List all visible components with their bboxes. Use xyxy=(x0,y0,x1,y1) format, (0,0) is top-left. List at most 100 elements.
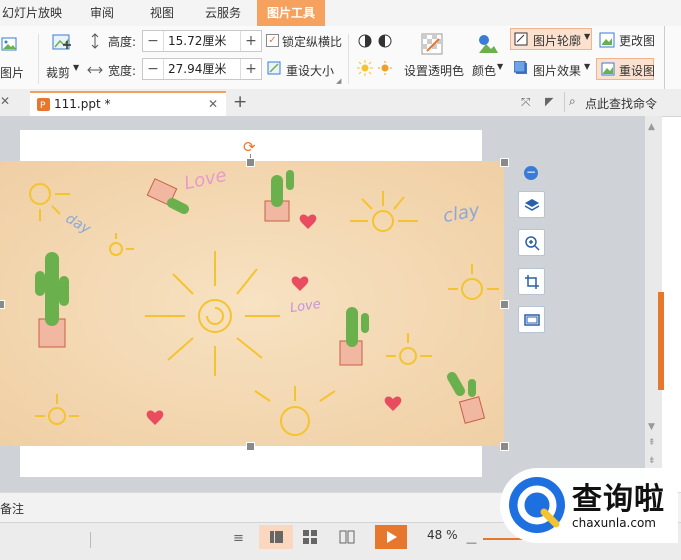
watermark-logo-icon xyxy=(509,477,565,533)
color-icon[interactable] xyxy=(476,32,500,56)
height-label: 高度: xyxy=(108,35,137,49)
new-tab-icon[interactable]: + xyxy=(233,92,247,112)
resize-handle-bottom[interactable] xyxy=(246,442,255,451)
contrast-down-icon[interactable] xyxy=(376,32,394,50)
selected-picture[interactable]: Love day Love clay xyxy=(0,161,504,446)
tab-view[interactable]: 视图 xyxy=(150,0,174,26)
play-icon xyxy=(387,531,397,543)
width-increase-button[interactable]: + xyxy=(241,59,261,79)
reset-picture-icon xyxy=(600,61,616,77)
width-value[interactable]: 27.94厘米 xyxy=(163,59,241,79)
crop-dropdown-icon[interactable]: ▼ xyxy=(73,63,79,72)
zoom-slider[interactable] xyxy=(483,538,523,540)
slide-sorter-icon xyxy=(303,530,317,544)
zoom-in-icon xyxy=(524,235,540,251)
crop-float-button[interactable] xyxy=(518,268,545,295)
prev-slide-icon[interactable]: ⇞ xyxy=(648,438,656,448)
undo-tab-icon[interactable]: ⤧ xyxy=(521,95,531,110)
insert-picture-label[interactable]: 图片 xyxy=(0,64,24,81)
reset-size-icon[interactable] xyxy=(266,60,282,76)
change-picture-icon[interactable] xyxy=(598,31,616,49)
brightness-up-icon[interactable] xyxy=(356,59,374,77)
document-name: 111.ppt * xyxy=(54,97,111,111)
scroll-up-icon[interactable]: ▲ xyxy=(648,122,655,132)
layers-icon xyxy=(524,198,539,211)
height-value[interactable]: 15.72厘米 xyxy=(163,31,241,51)
height-increase-button[interactable]: + xyxy=(241,31,261,51)
notes-toggle-icon[interactable]: ≡ xyxy=(233,531,244,546)
document-tab[interactable]: P 111.ppt * ✕ xyxy=(30,91,226,116)
crop-icon[interactable] xyxy=(50,32,74,54)
zoom-level[interactable]: 48 % xyxy=(427,528,458,542)
crop-float-icon xyxy=(524,274,539,289)
lock-ratio-label[interactable]: 锁定纵横比 xyxy=(282,33,342,50)
picture-artwork xyxy=(0,161,504,446)
sorter-view-button[interactable] xyxy=(301,528,319,549)
zoom-picture-button[interactable] xyxy=(518,229,545,256)
crop-label[interactable]: 裁剪 xyxy=(46,64,70,81)
change-picture-label[interactable]: 更改图 xyxy=(619,32,655,49)
watermark-badge: 查询啦 chaxunla.com xyxy=(500,468,678,543)
picture-effect-label[interactable]: 图片效果 xyxy=(533,62,581,79)
resize-handle-top[interactable] xyxy=(246,158,255,167)
watermark-brand: 查询啦 xyxy=(572,482,665,517)
watermark-url: chaxunla.com xyxy=(572,516,656,530)
picture-effect-icon[interactable] xyxy=(513,60,529,76)
tab-slideshow[interactable]: 幻灯片放映 xyxy=(2,0,62,26)
tab-switch-icon[interactable]: ◤ xyxy=(545,95,553,108)
width-label: 宽度: xyxy=(108,64,137,78)
insert-picture-icon[interactable] xyxy=(0,34,18,54)
picture-outline-icon xyxy=(513,31,529,47)
frame-icon xyxy=(523,313,540,326)
resize-handle-left[interactable] xyxy=(0,300,5,309)
search-command-field[interactable]: 点此查找命令 xyxy=(585,95,657,112)
brightness-down-icon[interactable] xyxy=(376,59,394,77)
reset-size-label[interactable]: 重设大小 xyxy=(286,62,334,79)
set-transparent-icon[interactable] xyxy=(420,32,444,56)
next-slide-icon[interactable]: ⇟ xyxy=(648,456,656,466)
vertical-scrollbar[interactable]: ▲ ▼ ⇞ ⇟ xyxy=(645,116,664,492)
width-decrease-button[interactable]: − xyxy=(143,59,163,79)
close-document-icon[interactable]: ✕ xyxy=(208,97,218,111)
play-slideshow-button[interactable] xyxy=(375,525,407,549)
svg-text:P: P xyxy=(40,101,46,111)
scroll-down-icon[interactable]: ▼ xyxy=(648,422,655,432)
toolbar-divider xyxy=(564,92,565,112)
effect-dropdown-icon[interactable]: ▼ xyxy=(584,62,590,71)
zoom-out-icon[interactable]: — xyxy=(466,536,477,549)
tab-review[interactable]: 审阅 xyxy=(90,0,114,26)
height-field[interactable]: − 15.72厘米 + xyxy=(142,30,262,52)
set-transparent-label[interactable]: 设置透明色 xyxy=(404,62,464,79)
reading-view-button[interactable] xyxy=(338,528,356,549)
normal-view-button[interactable] xyxy=(259,525,293,549)
dialog-launcher-icon[interactable]: ◢ xyxy=(336,77,341,85)
ribbon-separator xyxy=(38,34,39,84)
ribbon-separator xyxy=(348,34,349,84)
reset-picture-label: 重设图 xyxy=(619,64,656,78)
tab-cloud[interactable]: 云服务 xyxy=(205,0,241,26)
resize-handle-bottom-right[interactable] xyxy=(500,442,509,451)
resize-handle-right[interactable] xyxy=(500,300,509,309)
width-icon xyxy=(86,62,104,78)
height-icon xyxy=(88,33,102,49)
ribbon-overflow xyxy=(656,26,681,89)
color-dropdown-icon[interactable]: ▼ xyxy=(497,62,503,71)
ribbon-right-border xyxy=(664,26,665,89)
ribbon: 图片 裁剪 ▼ 高度: − 15.72厘米 + 宽度: − 27.94厘米 + … xyxy=(0,26,681,90)
collapse-float-icon[interactable]: − xyxy=(524,166,538,180)
frame-button[interactable] xyxy=(518,306,545,333)
color-label[interactable]: 颜色 xyxy=(472,62,496,79)
tab-close-icon[interactable]: ✕ xyxy=(0,94,10,108)
outline-dropdown-icon[interactable]: ▼ xyxy=(584,32,590,41)
height-decrease-button[interactable]: − xyxy=(143,31,163,51)
scroll-thumb[interactable] xyxy=(658,292,664,390)
layer-button[interactable] xyxy=(518,191,545,218)
notes-label[interactable]: 备注 xyxy=(0,500,24,517)
picture-outline-label: 图片轮廓 xyxy=(533,34,582,48)
search-icon[interactable]: ⌕ xyxy=(569,94,576,109)
tab-picture-tools[interactable]: 图片工具 xyxy=(257,0,326,26)
lock-ratio-checkbox[interactable]: ✓ xyxy=(266,34,279,47)
width-field[interactable]: − 27.94厘米 + xyxy=(142,58,262,80)
resize-handle-top-right[interactable] xyxy=(500,158,509,167)
contrast-up-icon[interactable] xyxy=(356,32,374,50)
